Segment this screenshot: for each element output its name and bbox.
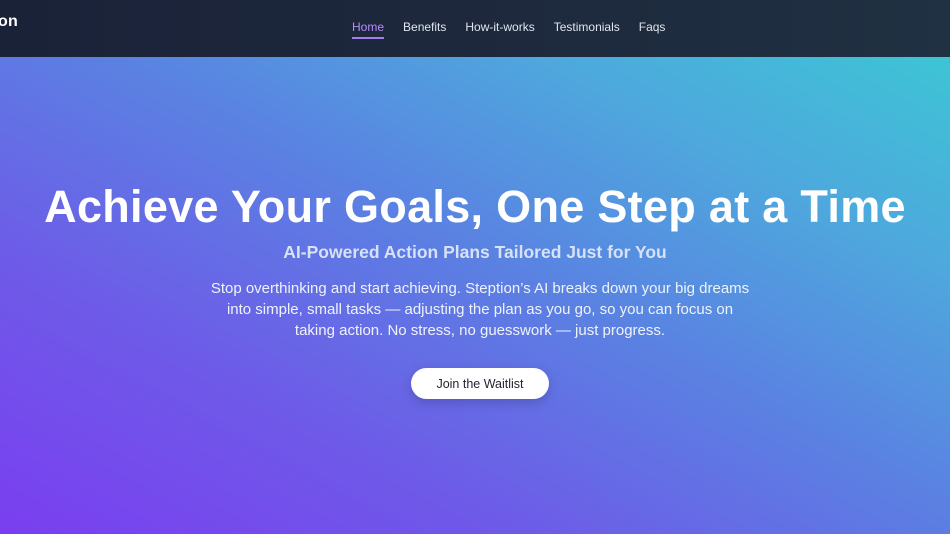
nav-link-testimonials[interactable]: Testimonials [554, 20, 620, 39]
hero-section: Achieve Your Goals, One Step at a Time A… [0, 57, 950, 534]
nav-link-home[interactable]: Home [352, 20, 385, 39]
nav-link-how-it-works[interactable]: How-it-works [465, 20, 534, 39]
main-nav: Home Benefits How-it-works Testimonials … [352, 20, 665, 39]
join-waitlist-button[interactable]: Join the Waitlist [411, 368, 549, 399]
navbar: on Home Benefits How-it-works Testimonia… [0, 0, 950, 57]
hero-description: Stop overthinking and start achieving. S… [210, 280, 750, 339]
nav-link-faqs[interactable]: Faqs [639, 20, 666, 39]
landing-page: on Home Benefits How-it-works Testimonia… [0, 0, 950, 534]
hero-subheadline: AI-Powered Action Plans Tailored Just fo… [283, 242, 667, 262]
nav-link-benefits[interactable]: Benefits [403, 20, 446, 39]
hero-headline: Achieve Your Goals, One Step at a Time [44, 181, 906, 232]
brand-logo[interactable]: on [0, 13, 18, 31]
